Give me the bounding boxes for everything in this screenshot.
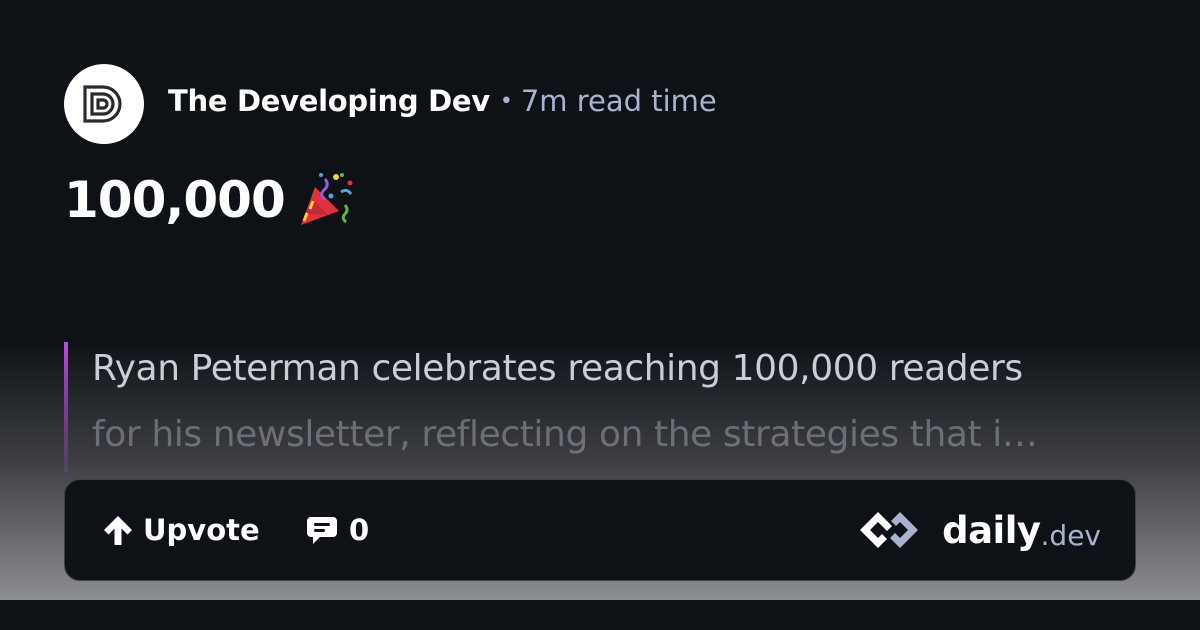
post-title-text: 100,000 [64,171,286,229]
daily-dev-mark-icon [860,512,919,548]
brand-suffix: .dev [1040,518,1101,552]
post-action-bar: Upvote 0 daily .dev [64,479,1136,581]
meta-separator: • [499,88,513,114]
party-popper-icon [300,173,353,225]
post-meta: The Developing Dev • 7m read time [168,80,717,122]
post-summary: Ryan Peterman celebrates reaching 100,00… [64,342,1136,472]
upvote-label: Upvote [143,513,260,547]
daily-dev-logo[interactable]: daily .dev [860,506,1101,554]
source-name[interactable]: The Developing Dev [168,84,490,118]
upvote-button[interactable]: Upvote [101,510,260,550]
summary-accent-bar [64,342,68,472]
source-avatar[interactable] [64,64,144,144]
summary-line-2: for his newsletter, reflecting on the st… [92,414,1038,455]
comment-icon [307,517,337,544]
developing-dev-logo-icon [83,85,122,123]
arrow-up-icon [104,516,132,545]
comment-count: 0 [349,513,370,547]
comments-button[interactable]: 0 [305,510,369,550]
read-time: 7m read time [520,84,717,118]
post-title[interactable]: 100,000 [64,168,357,232]
brand-name: daily [942,508,1041,552]
summary-line-1: Ryan Peterman celebrates reaching 100,00… [92,348,1023,389]
bottom-band [0,600,1200,630]
